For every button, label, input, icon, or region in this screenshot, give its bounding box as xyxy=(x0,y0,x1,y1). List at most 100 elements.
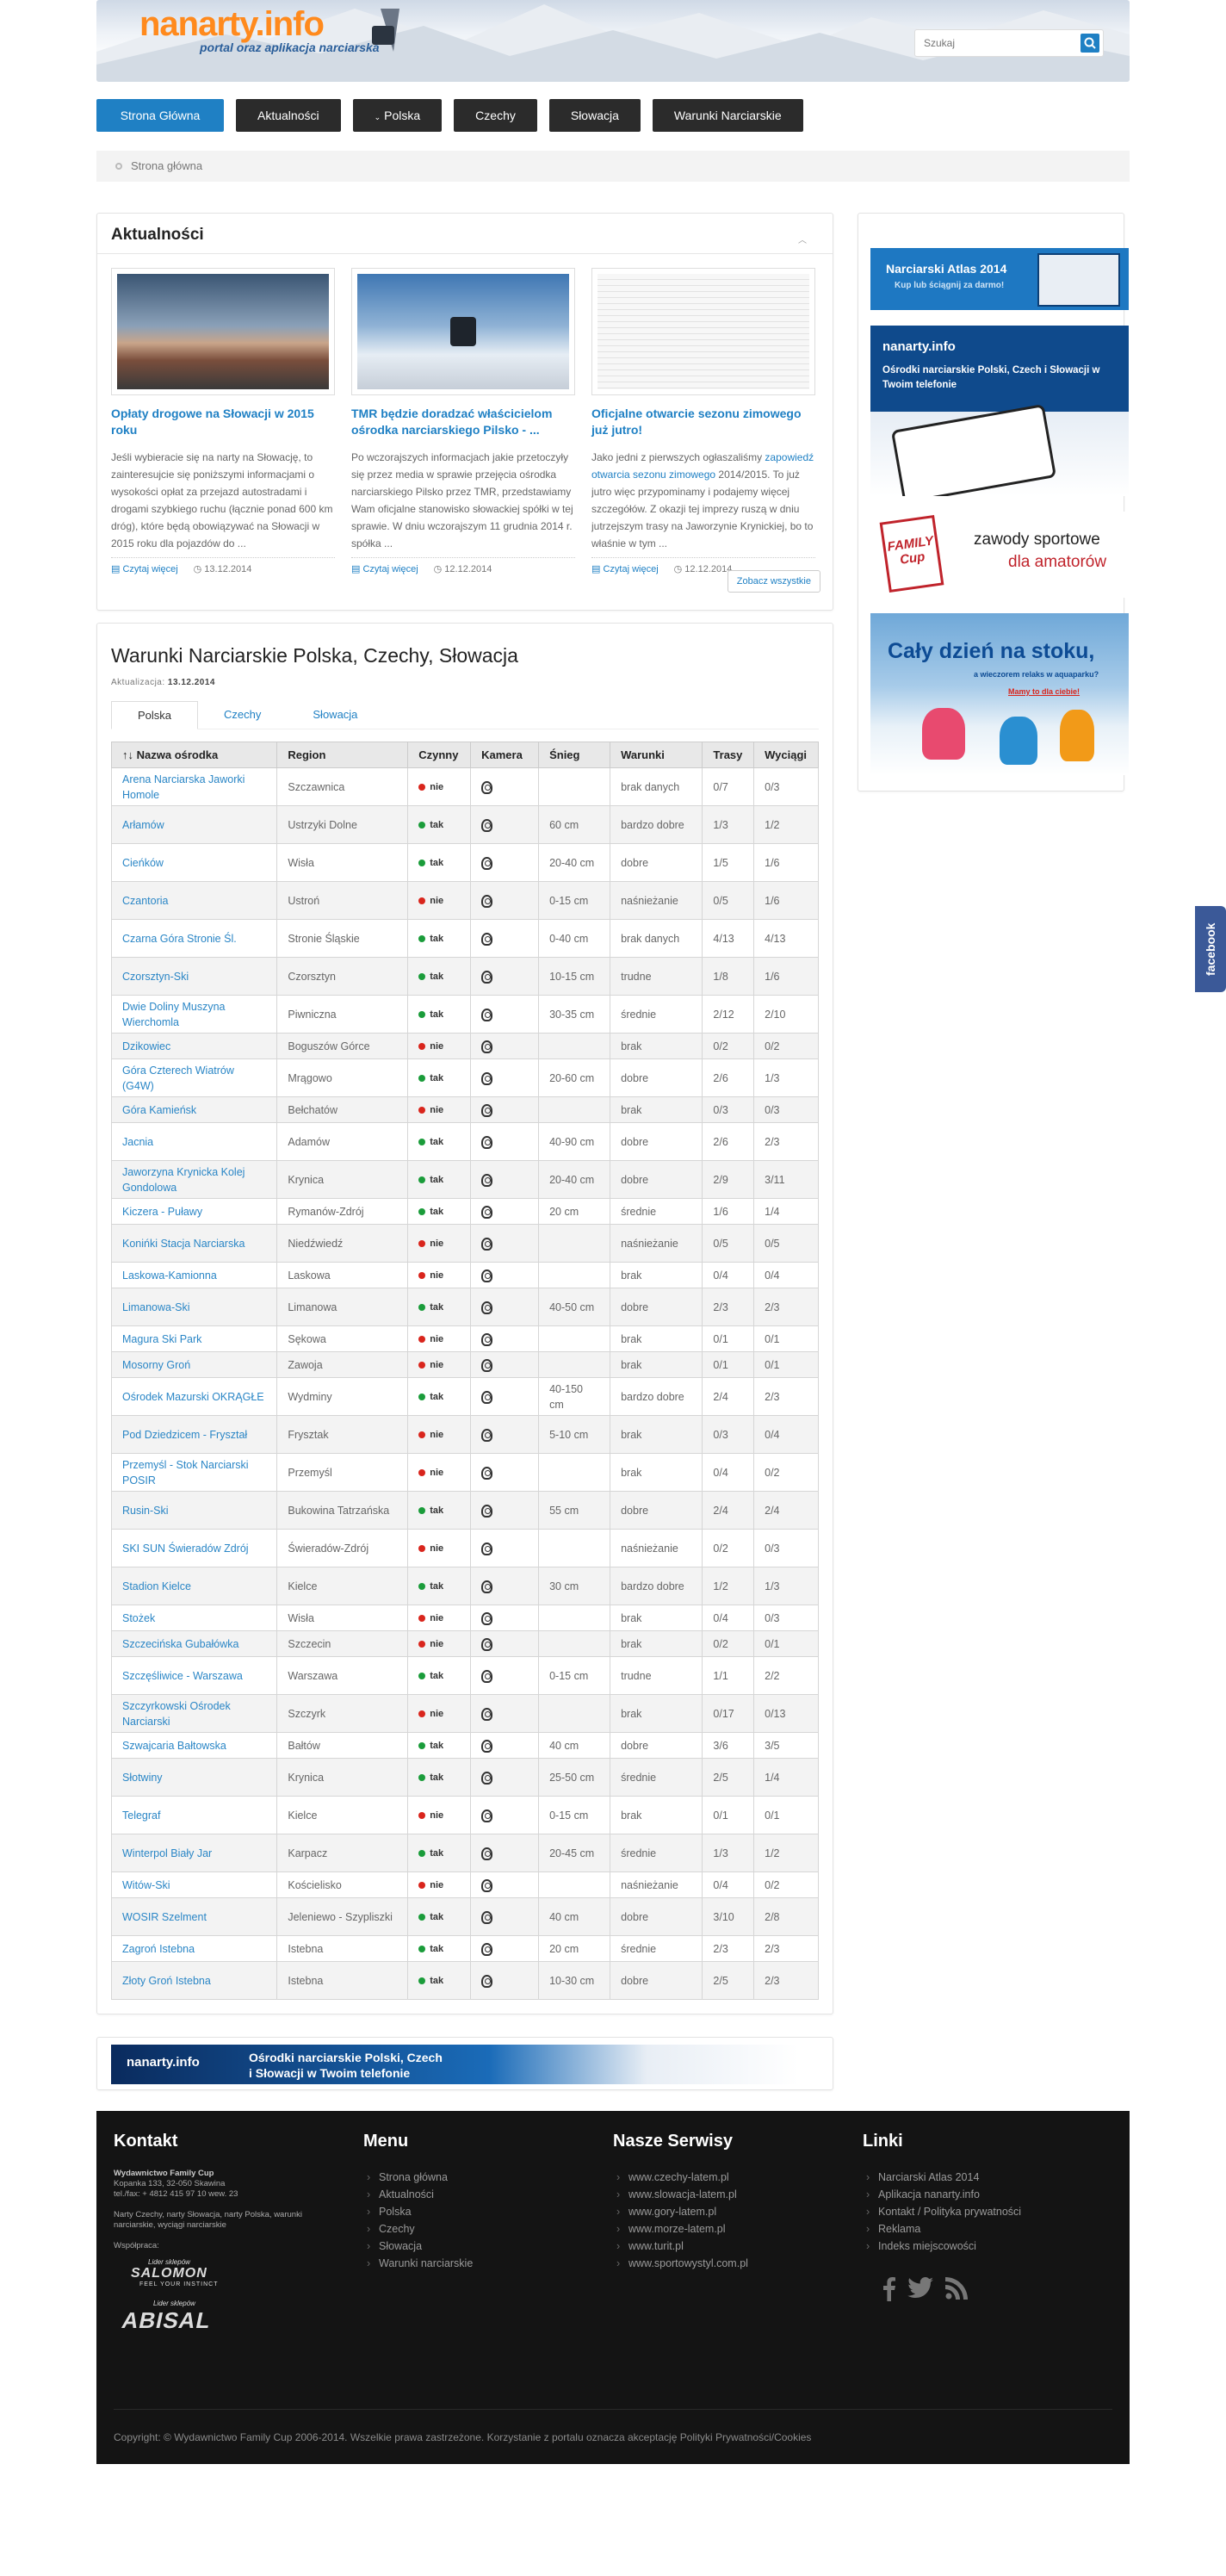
resort-link[interactable]: Czarna Góra Stronie Śl. xyxy=(122,933,237,945)
salomon-logo[interactable]: Lider sklepów SALOMON FEEL YOUR INSTINCT xyxy=(131,2258,363,2287)
resort-link[interactable]: Stadion Kielce xyxy=(122,1580,191,1592)
resort-link[interactable]: Szwajcaria Bałtowska xyxy=(122,1740,226,1752)
resort-link[interactable]: Pod Dziedzicem - Fryształ xyxy=(122,1429,247,1441)
resort-link[interactable]: Przemyśl - Stok Narciarski POSIR xyxy=(122,1459,249,1487)
webcam-icon[interactable] xyxy=(481,1974,493,1988)
read-more-link[interactable]: ▤ Czytaj więcej xyxy=(591,563,659,574)
resort-link[interactable]: Słotwiny xyxy=(122,1772,163,1784)
webcam-icon[interactable] xyxy=(481,1103,493,1117)
webcam-icon[interactable] xyxy=(481,1878,493,1892)
resort-link[interactable]: Zagroń Istebna xyxy=(122,1943,195,1955)
news-image[interactable] xyxy=(351,268,575,395)
resort-link[interactable]: Rusin-Ski xyxy=(122,1505,169,1517)
webcam-icon[interactable] xyxy=(481,1390,493,1404)
resort-link[interactable]: Czorsztyn-Ski xyxy=(122,971,189,983)
footer-menu-link[interactable]: Polska xyxy=(363,2203,613,2220)
resort-link[interactable]: Szczecińska Gubałówka xyxy=(122,1638,238,1650)
footer-menu-link[interactable]: Strona główna xyxy=(363,2169,613,2186)
webcam-icon[interactable] xyxy=(481,1466,493,1480)
facebook-icon[interactable] xyxy=(883,2277,895,2301)
resort-link[interactable]: Winterpol Biały Jar xyxy=(122,1847,212,1859)
webcam-icon[interactable] xyxy=(481,1771,493,1785)
search-button[interactable] xyxy=(1080,34,1099,53)
resort-link[interactable]: Konińki Stacja Narciarska xyxy=(122,1238,245,1250)
resort-link[interactable]: Magura Ski Park xyxy=(122,1333,201,1345)
resort-link[interactable]: Stożek xyxy=(122,1612,155,1624)
breadcrumb-home[interactable]: Strona główna xyxy=(131,159,202,172)
collapse-icon[interactable]: ︿ xyxy=(798,233,807,245)
resort-link[interactable]: Mosorny Groń xyxy=(122,1359,190,1371)
webcam-icon[interactable] xyxy=(481,818,493,832)
webcam-icon[interactable] xyxy=(481,1135,493,1149)
site-logo[interactable]: nanarty.info portal oraz aplikacja narci… xyxy=(139,5,380,54)
resort-link[interactable]: Limanowa-Ski xyxy=(122,1301,190,1313)
news-image[interactable] xyxy=(591,268,815,395)
app-banner[interactable]: nanarty.info Ośrodki narciarskie Polski,… xyxy=(96,2037,833,2090)
webcam-icon[interactable] xyxy=(481,1809,493,1822)
resort-link[interactable]: Dwie Doliny Muszyna Wierchomla xyxy=(122,1001,225,1028)
webcam-icon[interactable] xyxy=(481,1332,493,1346)
footer-link[interactable]: Indeks miejscowości xyxy=(863,2238,1112,2255)
news-headline[interactable]: Oficjalne otwarcie sezonu zimowego już j… xyxy=(591,406,815,440)
footer-menu-link[interactable]: Czechy xyxy=(363,2220,613,2238)
webcam-icon[interactable] xyxy=(481,856,493,870)
webcam-icon[interactable] xyxy=(481,1008,493,1021)
read-more-link[interactable]: ▤ Czytaj więcej xyxy=(111,563,178,574)
webcam-icon[interactable] xyxy=(481,1358,493,1372)
resort-link[interactable]: Telegraf xyxy=(122,1809,160,1822)
webcam-icon[interactable] xyxy=(481,1300,493,1314)
abisal-logo[interactable]: Lider sklepów ABISAL xyxy=(120,2300,363,2334)
footer-service-link[interactable]: www.sportowystyl.com.pl xyxy=(613,2255,863,2272)
nav-home[interactable]: Strona Główna xyxy=(96,99,224,132)
see-all-button[interactable]: Zobacz wszystkie xyxy=(727,570,820,593)
rss-icon[interactable] xyxy=(945,2277,968,2300)
webcam-icon[interactable] xyxy=(481,1205,493,1219)
resort-link[interactable]: Laskowa-Kamionna xyxy=(122,1269,217,1282)
footer-menu-link[interactable]: Słowacja xyxy=(363,2238,613,2255)
footer-service-link[interactable]: www.czechy-latem.pl xyxy=(613,2169,863,2186)
nav-poland[interactable]: ⌄ Polska xyxy=(352,99,443,132)
footer-service-link[interactable]: www.gory-latem.pl xyxy=(613,2203,863,2220)
resort-link[interactable]: Ośrodek Mazurski OKRĄGŁE xyxy=(122,1391,264,1403)
col-name-header[interactable]: ↑↓ Nazwa ośrodka xyxy=(110,742,278,768)
webcam-icon[interactable] xyxy=(481,1071,493,1085)
footer-menu-link[interactable]: Warunki narciarskie xyxy=(363,2255,613,2272)
ad-ski-aquapark[interactable]: Cały dzień na stoku, a wieczorem relaks … xyxy=(870,613,1129,775)
footer-link[interactable]: Kontakt / Polityka prywatności xyxy=(863,2203,1112,2220)
facebook-side-tab[interactable]: facebook xyxy=(1195,906,1226,992)
footer-link[interactable]: Reklama xyxy=(863,2220,1112,2238)
footer-menu-link[interactable]: Aktualności xyxy=(363,2186,613,2203)
resort-link[interactable]: Arłamów xyxy=(122,819,164,831)
nav-czech[interactable]: Czechy xyxy=(454,99,537,132)
webcam-icon[interactable] xyxy=(481,932,493,946)
resort-link[interactable]: Złoty Groń Istebna xyxy=(122,1975,211,1987)
webcam-icon[interactable] xyxy=(481,1739,493,1753)
footer-service-link[interactable]: www.slowacja-latem.pl xyxy=(613,2186,863,2203)
resort-link[interactable]: Cieńków xyxy=(122,857,164,869)
webcam-icon[interactable] xyxy=(481,780,493,794)
webcam-icon[interactable] xyxy=(481,1269,493,1282)
resort-link[interactable]: Arena Narciarska Jaworki Homole xyxy=(122,773,245,801)
webcam-icon[interactable] xyxy=(481,1847,493,1860)
webcam-icon[interactable] xyxy=(481,1669,493,1683)
webcam-icon[interactable] xyxy=(481,1040,493,1053)
resort-link[interactable]: SKI SUN Świeradów Zdrój xyxy=(122,1542,249,1555)
ad-family-cup[interactable]: FAMILY Cup zawody sportowe dla amatorów xyxy=(870,512,1129,598)
footer-service-link[interactable]: www.morze-latem.pl xyxy=(613,2220,863,2238)
read-more-link[interactable]: ▤ Czytaj więcej xyxy=(351,563,418,574)
resort-link[interactable]: Jaworzyna Krynicka Kolej Gondolowa xyxy=(122,1166,245,1194)
webcam-icon[interactable] xyxy=(481,1942,493,1956)
tab-czech[interactable]: Czechy xyxy=(198,701,287,729)
footer-service-link[interactable]: www.turit.pl xyxy=(613,2238,863,2255)
resort-link[interactable]: Kiczera - Puławy xyxy=(122,1206,202,1218)
resort-link[interactable]: Czantoria xyxy=(122,895,169,907)
webcam-icon[interactable] xyxy=(481,1428,493,1442)
tab-slovakia[interactable]: Słowacja xyxy=(287,701,383,729)
webcam-icon[interactable] xyxy=(481,894,493,908)
resort-link[interactable]: WOSIR Szelment xyxy=(122,1911,207,1923)
nav-slovakia[interactable]: Słowacja xyxy=(548,99,641,132)
news-headline[interactable]: Opłaty drogowe na Słowacji w 2015 roku xyxy=(111,406,335,440)
webcam-icon[interactable] xyxy=(481,1542,493,1555)
resort-link[interactable]: Szczęśliwice - Warszawa xyxy=(122,1670,243,1682)
webcam-icon[interactable] xyxy=(481,1580,493,1593)
